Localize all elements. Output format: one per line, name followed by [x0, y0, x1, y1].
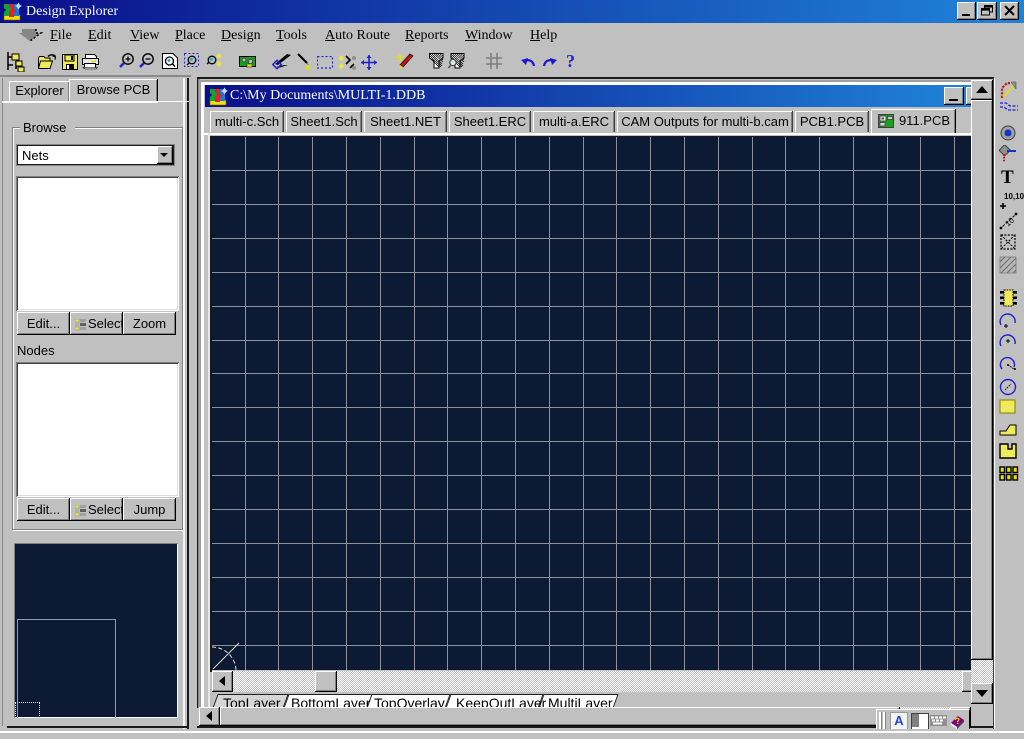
- svg-text:10,10: 10,10: [1004, 192, 1024, 201]
- svg-text:T: T: [1001, 167, 1014, 187]
- svg-text:?: ?: [954, 715, 961, 726]
- svg-text:10: 10: [1003, 215, 1016, 228]
- svg-text:?: ?: [566, 52, 575, 70]
